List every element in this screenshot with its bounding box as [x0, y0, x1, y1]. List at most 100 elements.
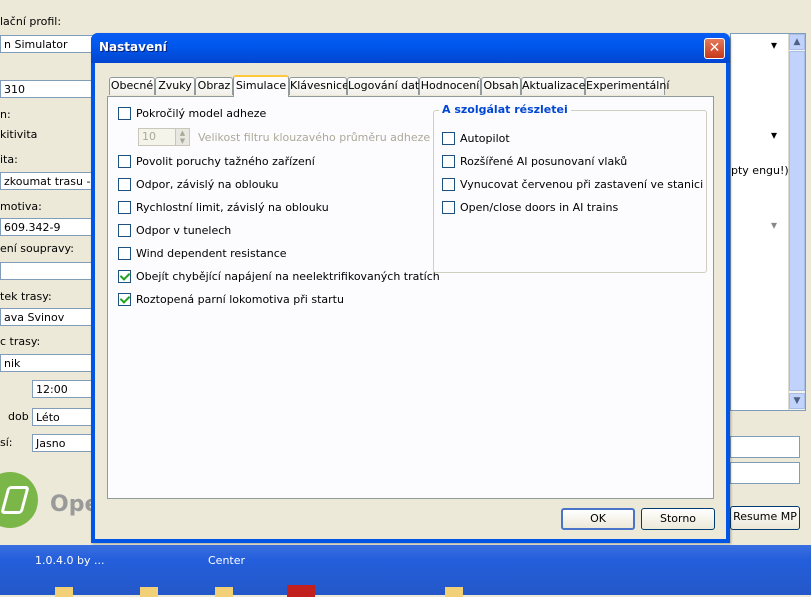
- right-list-text: pty engu!): [731, 164, 789, 177]
- checkbox[interactable]: [442, 155, 455, 168]
- settings-dialog: Nastavení ✕ Obecné Zvuky Obraz Simulace …: [91, 33, 730, 543]
- taskbar-center-text: Center: [208, 554, 246, 567]
- tab-hodnoceni[interactable]: Hodnocení: [419, 77, 481, 95]
- scroll-thumb[interactable]: [789, 51, 805, 391]
- option-curve-resistance[interactable]: Odpor, závislý na oblouku: [118, 178, 278, 194]
- consist-select[interactable]: [0, 262, 95, 280]
- option-label: Rychlostní limit, závislý na oblouku: [136, 201, 329, 214]
- folder-icon[interactable]: [140, 587, 158, 597]
- tab-experimentalni[interactable]: Experimentální: [585, 77, 669, 95]
- adhesion-filter-label: Velikost filtru klouzavého průměru adhez…: [198, 131, 431, 144]
- adhesion-filter-spinner: 10 ▲ ▼: [138, 128, 190, 146]
- option-hot-start[interactable]: Roztopená parní lokomotiva při startu: [118, 293, 344, 309]
- right-scrollbar[interactable]: ▲ ▼: [788, 34, 805, 410]
- option-label: Odpor v tunelech: [136, 224, 232, 237]
- resume-mp-button[interactable]: Resume MP: [730, 506, 800, 530]
- checkbox[interactable]: [442, 178, 455, 191]
- folder-icon[interactable]: [215, 587, 233, 597]
- cancel-button[interactable]: Storno: [641, 508, 715, 530]
- dialog-title: Nastavení: [99, 40, 167, 54]
- option-force-red[interactable]: Vynucovat červenou při zastavení ve stan…: [442, 178, 703, 194]
- option-label: Autopilot: [460, 132, 510, 145]
- folder-icon[interactable]: [55, 587, 73, 597]
- ok-button[interactable]: OK: [561, 508, 635, 530]
- time-input[interactable]: 12:00: [32, 380, 95, 398]
- label-aktivita: kitivita: [0, 128, 38, 141]
- option-override-power[interactable]: Obejít chybějící napájení na neelektrifi…: [118, 270, 440, 286]
- simulace-tab-page: Pokročilý model adheze 10 ▲ ▼ Velikost fil…: [107, 96, 714, 499]
- checkbox[interactable]: [442, 132, 455, 145]
- tab-obraz[interactable]: Obraz: [195, 77, 233, 95]
- checkbox[interactable]: [118, 247, 131, 260]
- option-advanced-adhesion[interactable]: Pokročilý model adheze: [118, 107, 266, 123]
- start-select[interactable]: ava Svinov: [0, 308, 95, 326]
- label-n: n:: [0, 108, 11, 121]
- option-label: Povolit poruchy tažného zařízení: [136, 155, 315, 168]
- folder-icon[interactable]: [445, 587, 463, 597]
- scroll-up-icon[interactable]: ▲: [789, 34, 805, 50]
- checkbox[interactable]: [118, 107, 131, 120]
- tab-aktualizace[interactable]: Aktualizace: [521, 77, 585, 95]
- loco-select[interactable]: 609.342-9: [0, 218, 95, 236]
- left-options: Pokročilý model adheze 10 ▲ ▼ Velikost fil…: [118, 107, 448, 307]
- taskbar: 1.0.4.0 by ... Center: [0, 545, 811, 597]
- option-autopilot[interactable]: Autopilot: [442, 132, 510, 148]
- group-title: A szolgálat részletei: [439, 103, 571, 116]
- dropdown-chevron-icon[interactable]: ▾: [771, 38, 777, 52]
- tab-simulace[interactable]: Simulace: [233, 75, 289, 97]
- option-curve-speed[interactable]: Rychlostní limit, závislý na oblouku: [118, 201, 329, 217]
- spinner-value: 10: [142, 130, 156, 143]
- tab-zvuky[interactable]: Zvuky: [155, 77, 195, 95]
- end-select[interactable]: nik: [0, 354, 95, 372]
- weather-select[interactable]: Jasno: [32, 434, 95, 452]
- dialog-client: Obecné Zvuky Obraz Simulace Klávesnice L…: [95, 63, 726, 539]
- option-label: Rozšířené AI posunovaní vlaků: [460, 155, 628, 168]
- tab-obsah[interactable]: Obsah: [481, 77, 521, 95]
- dialog-title-bar[interactable]: Nastavení ✕: [91, 33, 730, 63]
- openrails-logo-icon: [0, 472, 38, 528]
- option-ai-shunting[interactable]: Rozšířené AI posunovaní vlaků: [442, 155, 627, 171]
- checkbox[interactable]: [118, 224, 131, 237]
- loco-label: motiva:: [0, 200, 42, 213]
- right-input-1[interactable]: [730, 436, 800, 458]
- checkbox[interactable]: [118, 178, 131, 191]
- dropdown-chevron-icon[interactable]: ▾: [771, 128, 777, 142]
- right-input-2[interactable]: [730, 462, 800, 484]
- field-310[interactable]: 310: [0, 80, 95, 98]
- dropdown-chevron-icon[interactable]: ▾: [771, 218, 777, 232]
- close-icon[interactable]: ✕: [704, 38, 725, 59]
- tab-logovani-dat[interactable]: Logování dat: [347, 77, 419, 95]
- activity-select[interactable]: zkoumat trasu -: [0, 172, 95, 190]
- checkbox[interactable]: [118, 155, 131, 168]
- tab-obecne[interactable]: Obecné: [109, 77, 155, 95]
- option-label: Odpor, závislý na oblouku: [136, 178, 279, 191]
- profile-label: lační profil:: [0, 15, 62, 28]
- option-label: Roztopená parní lokomotiva při startu: [136, 293, 344, 306]
- start-label: tek trasy:: [0, 290, 52, 303]
- option-wind-resistance[interactable]: Wind dependent resistance: [118, 247, 287, 263]
- app-icon[interactable]: [287, 585, 315, 597]
- option-label: Open/close doors in AI trains: [460, 201, 619, 214]
- option-coupler-failure[interactable]: Povolit poruchy tažného zařízení: [118, 155, 315, 171]
- ai-details-group: A szolgálat részletei Autopilot Rozšířen…: [433, 103, 707, 273]
- tab-klavesnice[interactable]: Klávesnice: [289, 77, 349, 95]
- option-label: Obejít chybějící napájení na neelektrifi…: [136, 270, 440, 283]
- taskbar-version-text: 1.0.4.0 by ...: [35, 554, 105, 567]
- option-ai-doors[interactable]: Open/close doors in AI trains: [442, 201, 618, 217]
- option-label: Vynucovat červenou při zastavení ve stan…: [460, 178, 704, 191]
- option-label: Wind dependent resistance: [136, 247, 287, 260]
- profile-select[interactable]: n Simulator: [0, 35, 95, 53]
- checkbox-checked[interactable]: [118, 270, 131, 283]
- option-tunnel-resistance[interactable]: Odpor v tunelech: [118, 224, 231, 240]
- season-label: dob: [8, 410, 29, 423]
- weather-label: sí:: [0, 436, 13, 449]
- option-label: Pokročilý model adheze: [136, 107, 267, 120]
- checkbox[interactable]: [118, 201, 131, 214]
- checkbox-checked[interactable]: [118, 293, 131, 306]
- season-select[interactable]: Léto: [32, 408, 95, 426]
- consist-label: ení soupravy:: [0, 242, 74, 255]
- scroll-down-icon[interactable]: ▼: [789, 393, 805, 409]
- end-label: c trasy:: [0, 335, 41, 348]
- checkbox[interactable]: [442, 201, 455, 214]
- activity-label: ita:: [0, 153, 18, 166]
